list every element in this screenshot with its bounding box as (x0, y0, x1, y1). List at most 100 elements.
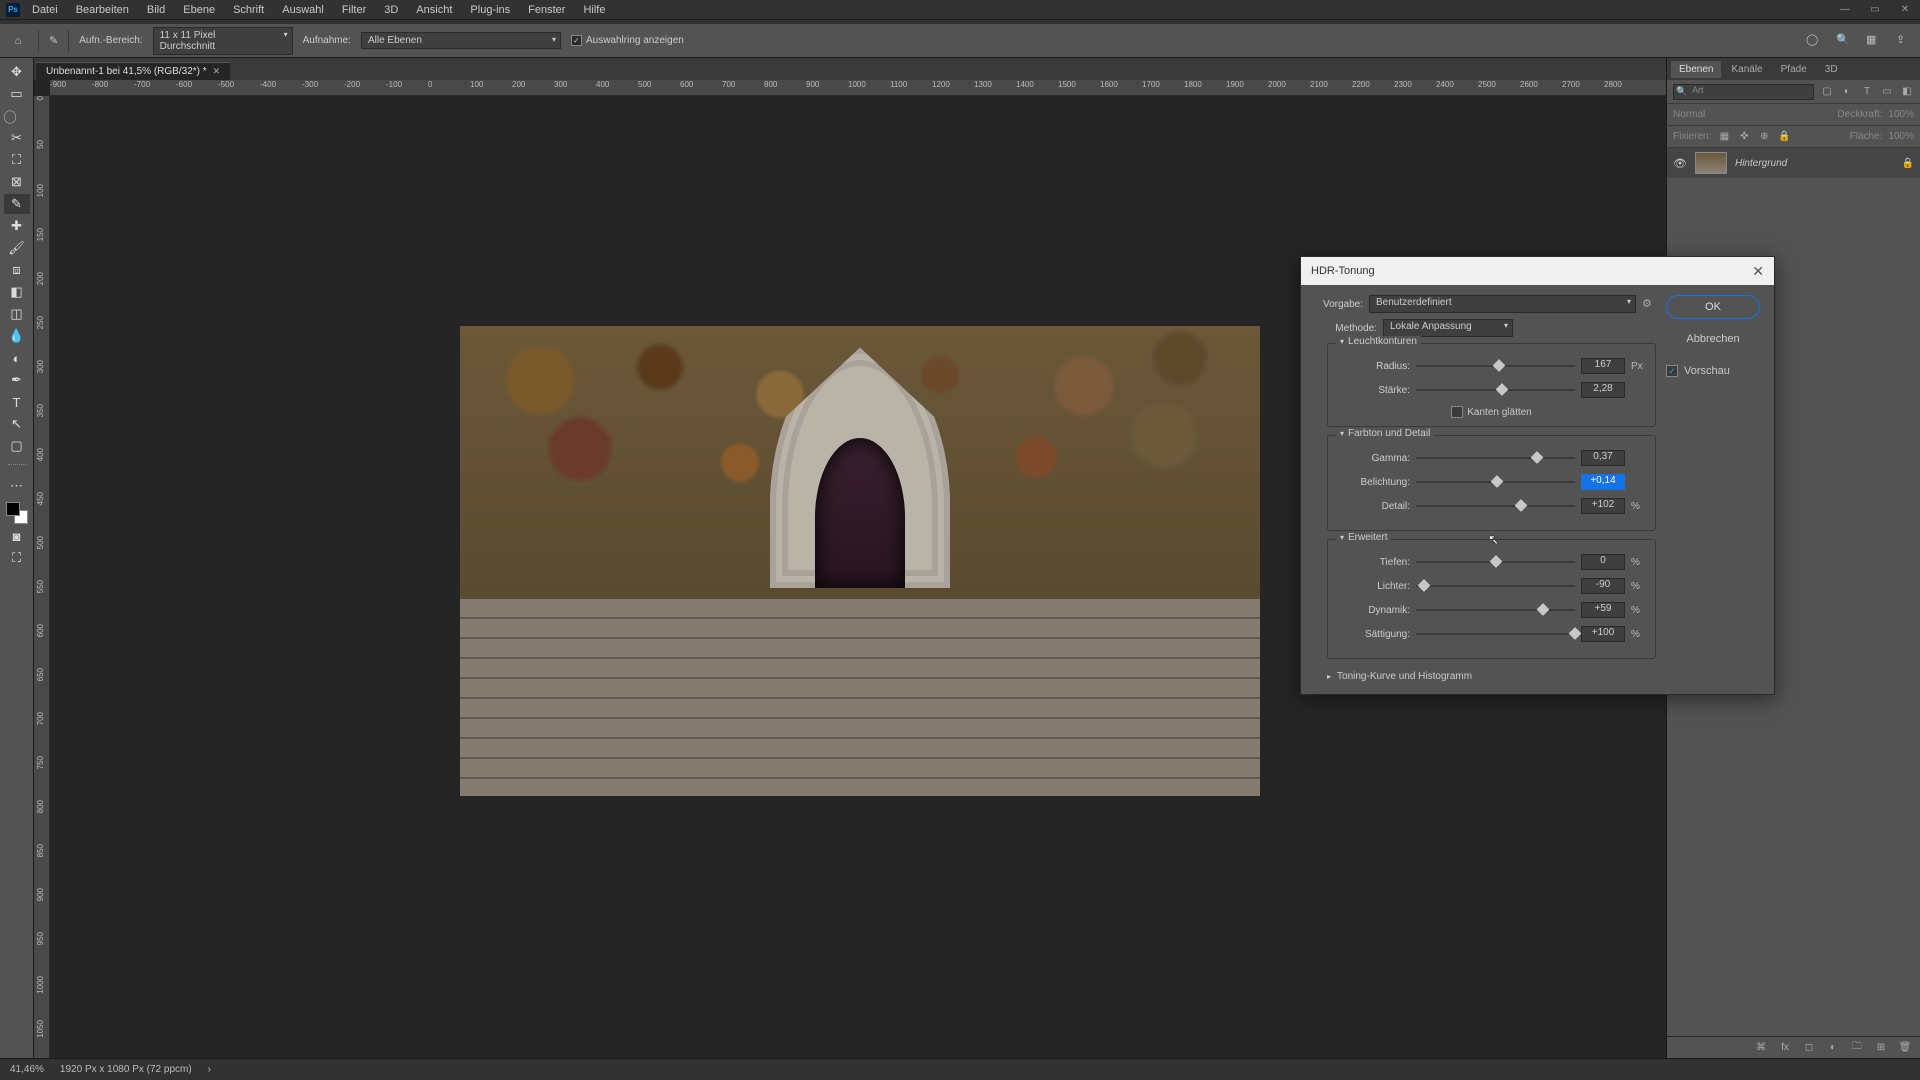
search-icon[interactable]: 🔍 (1836, 33, 1852, 49)
preset-select[interactable]: Benutzerdefiniert (1369, 295, 1636, 313)
chevron-down-icon[interactable]: ▾ (1340, 533, 1344, 542)
sample-size-select[interactable]: 11 x 11 Pixel Durchschnitt (153, 27, 293, 55)
opacity-value[interactable]: 100% (1888, 109, 1914, 120)
layer-name[interactable]: Hintergrund (1735, 158, 1787, 169)
strength-input[interactable]: 2,28 (1581, 382, 1625, 398)
menu-auswahl[interactable]: Auswahl (274, 2, 332, 18)
crop-tool[interactable]: ⛶ (4, 150, 30, 170)
exposure-input[interactable]: +0,14 (1581, 474, 1625, 490)
lasso-tool[interactable]: ⃝ (4, 106, 30, 126)
dodge-tool[interactable]: ◐ (4, 348, 30, 368)
menu-filter[interactable]: Filter (334, 2, 374, 18)
group-icon[interactable]: 🗀 (1850, 1041, 1864, 1055)
edit-toolbar[interactable]: ⋯ (4, 476, 30, 496)
ruler-horizontal[interactable]: -900-800-700-600-500-400-300-200-1000100… (50, 80, 1666, 96)
detail-input[interactable]: +102 (1581, 498, 1625, 514)
filter-shape-icon[interactable]: ▭ (1880, 85, 1894, 99)
artboard-tool[interactable]: ▭ (4, 84, 30, 104)
menu-ansicht[interactable]: Ansicht (408, 2, 460, 18)
ok-button[interactable]: OK (1666, 295, 1760, 319)
menu-bild[interactable]: Bild (139, 2, 173, 18)
radius-input[interactable]: 167 (1581, 358, 1625, 374)
workspace-icon[interactable]: ▦ (1866, 33, 1882, 49)
visibility-icon[interactable]: 👁 (1673, 157, 1687, 170)
tab-3d[interactable]: 3D (1817, 61, 1846, 78)
layer-filter-input[interactable]: Art (1673, 84, 1814, 100)
layer-thumbnail[interactable] (1695, 152, 1727, 174)
cloud-icon[interactable]: ◯ (1806, 33, 1822, 49)
lock-icon[interactable]: 🔒 (1902, 158, 1914, 169)
menu-hilfe[interactable]: Hilfe (575, 2, 613, 18)
highlight-input[interactable]: -90 (1581, 578, 1625, 594)
window-close[interactable]: ✕ (1890, 0, 1920, 20)
dialog-close-icon[interactable]: ✕ (1752, 263, 1764, 280)
cancel-button[interactable]: Abbrechen (1666, 327, 1760, 351)
highlight-slider[interactable] (1416, 585, 1575, 587)
layer-mask-icon[interactable]: ◻ (1802, 1041, 1816, 1055)
link-layers-icon[interactable]: ⌘ (1754, 1041, 1768, 1055)
saturation-slider[interactable] (1416, 633, 1575, 635)
fill-value[interactable]: 100% (1888, 131, 1914, 142)
brush-tool[interactable]: 🖌 (4, 238, 30, 258)
saturation-input[interactable]: +100 (1581, 626, 1625, 642)
preset-gear-icon[interactable]: ⚙ (1642, 297, 1656, 311)
screenmode-tool[interactable]: ⛶ (4, 548, 30, 568)
chevron-down-icon[interactable]: ▾ (1340, 429, 1344, 438)
menu-bearbeiten[interactable]: Bearbeiten (68, 2, 137, 18)
vibrance-slider[interactable] (1416, 609, 1575, 611)
frame-tool[interactable]: ⊠ (4, 172, 30, 192)
foreground-color[interactable] (6, 502, 20, 516)
tab-kanaele[interactable]: Kanäle (1723, 61, 1770, 78)
blur-tool[interactable]: 💧 (4, 326, 30, 346)
adjustment-layer-icon[interactable]: ◐ (1826, 1041, 1840, 1055)
new-layer-icon[interactable]: ⊞ (1874, 1041, 1888, 1055)
chevron-down-icon[interactable]: ▾ (1340, 337, 1344, 346)
tab-ebenen[interactable]: Ebenen (1671, 61, 1721, 78)
menu-datei[interactable]: Datei (24, 2, 66, 18)
radius-slider[interactable] (1416, 365, 1575, 367)
filter-adjust-icon[interactable]: ◐ (1840, 85, 1854, 99)
menu-plugins[interactable]: Plug-ins (462, 2, 518, 18)
menu-fenster[interactable]: Fenster (520, 2, 573, 18)
quickmask-tool[interactable]: ◙ (4, 526, 30, 546)
layer-row[interactable]: 👁 Hintergrund 🔒 (1667, 148, 1920, 178)
move-tool[interactable]: ✥ (4, 62, 30, 82)
shadow-slider[interactable] (1416, 561, 1575, 563)
healing-tool[interactable]: ✚ (4, 216, 30, 236)
filter-image-icon[interactable]: ▢ (1820, 85, 1834, 99)
dialog-title-bar[interactable]: HDR-Tonung ✕ (1301, 257, 1774, 285)
gamma-slider[interactable] (1416, 457, 1575, 459)
smooth-edges-checkbox[interactable]: ✓ (1451, 406, 1463, 418)
pen-tool[interactable]: ✒ (4, 370, 30, 390)
lock-pixels-icon[interactable]: ▦ (1717, 130, 1731, 144)
toning-curve-section[interactable]: ▸ Toning-Kurve und Histogramm (1327, 667, 1656, 684)
blend-mode-select[interactable]: Normal (1673, 109, 1705, 120)
preview-checkbox[interactable]: ✓ (1666, 365, 1678, 377)
home-icon[interactable]: ⌂ (8, 31, 28, 51)
filter-smart-icon[interactable]: ◧ (1900, 85, 1914, 99)
type-tool[interactable]: T (4, 392, 30, 412)
ruler-vertical[interactable]: 0501001502002503003504004505005506006507… (34, 96, 50, 1058)
document-tab[interactable]: Unbenannt-1 bei 41,5% (RGB/32*) * ✕ (36, 62, 230, 80)
tab-pfade[interactable]: Pfade (1773, 61, 1815, 78)
show-sampling-ring-checkbox[interactable]: ✓ (571, 35, 582, 46)
gamma-input[interactable]: 0,37 (1581, 450, 1625, 466)
document-info[interactable]: 1920 Px x 1080 Px (72 ppcm) (60, 1064, 192, 1075)
lock-all-icon[interactable]: 🔒 (1777, 130, 1791, 144)
exposure-slider[interactable] (1416, 481, 1575, 483)
gradient-tool[interactable]: ◫ (4, 304, 30, 324)
sample-layers-select[interactable]: Alle Ebenen (361, 32, 561, 49)
quick-select-tool[interactable]: ✂ (4, 128, 30, 148)
lock-position-icon[interactable]: ✜ (1737, 130, 1751, 144)
path-select-tool[interactable]: ↖ (4, 414, 30, 434)
layer-style-icon[interactable]: fx (1778, 1041, 1792, 1055)
shape-tool[interactable]: ▢ (4, 436, 30, 456)
vibrance-input[interactable]: +59 (1581, 602, 1625, 618)
share-icon[interactable]: ⇪ (1896, 33, 1912, 49)
eyedropper-tool[interactable]: ✎ (4, 194, 30, 214)
eyedropper-tool-icon[interactable]: ✎ (49, 34, 58, 47)
menu-3d[interactable]: 3D (376, 2, 406, 18)
menu-schrift[interactable]: Schrift (225, 2, 272, 18)
eraser-tool[interactable]: ◧ (4, 282, 30, 302)
filter-type-icon[interactable]: T (1860, 85, 1874, 99)
